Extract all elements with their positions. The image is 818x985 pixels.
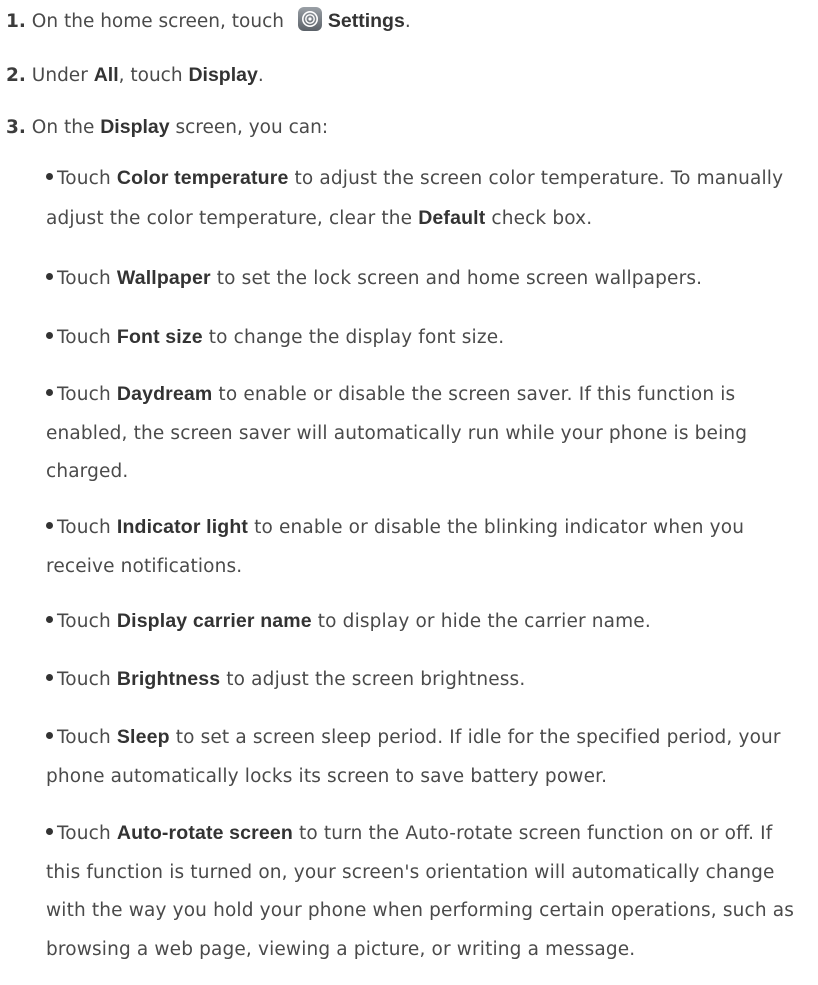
bullet-term: Indicator light bbox=[116, 516, 249, 538]
step-text: On the bbox=[31, 117, 101, 138]
bullet-term: Wallpaper bbox=[116, 267, 211, 289]
bullet-dot bbox=[46, 827, 53, 835]
bullet-color-temperature: Touch Color temperature to adjust the sc… bbox=[46, 159, 796, 238]
bullet-term: Sleep bbox=[116, 726, 170, 748]
bullet-wallpaper: Touch Wallpaper to set the lock screen a… bbox=[46, 259, 796, 299]
settings-term: Settings bbox=[327, 10, 405, 32]
step-text-end: . bbox=[257, 65, 264, 86]
bullet-sleep: Touch Sleep to set a screen sleep period… bbox=[46, 718, 796, 796]
bullet-dot bbox=[46, 521, 53, 529]
bullet-text: to set the lock screen and home screen w… bbox=[210, 268, 703, 289]
bullet-dot bbox=[46, 331, 53, 339]
bullet-term: Font size bbox=[116, 326, 203, 348]
bullet-term: Color temperature bbox=[116, 167, 289, 189]
bullet-term: Default bbox=[418, 206, 486, 229]
step-text: screen, you can: bbox=[169, 117, 329, 138]
bullet-text: Touch bbox=[57, 727, 117, 748]
bullet-text: to display or hide the carrier name. bbox=[311, 611, 651, 632]
bullet-text: to change the display font size. bbox=[202, 327, 505, 348]
step-number: 3. bbox=[6, 117, 26, 138]
bullet-text: Touch bbox=[57, 384, 117, 405]
bullet-text: Touch bbox=[57, 168, 117, 189]
bullet-dot bbox=[46, 615, 53, 623]
bullet-dot bbox=[46, 272, 53, 280]
bullet-auto-rotate-screen: Touch Auto-rotate screen to turn the Aut… bbox=[46, 814, 796, 969]
all-term: All bbox=[93, 64, 119, 86]
bullet-term: Brightness bbox=[116, 668, 221, 690]
bullet-text: Touch bbox=[57, 823, 117, 844]
display-term: Display bbox=[100, 116, 170, 138]
bullet-term: Daydream bbox=[116, 383, 213, 405]
step-2: 2. Under All, touch Display. bbox=[6, 60, 264, 91]
bullet-text: Touch bbox=[57, 611, 117, 632]
bullet-indicator-light: Touch Indicator light to enable or disab… bbox=[46, 508, 796, 586]
step-1: 1. On the home screen, touch Settings. bbox=[6, 6, 411, 37]
settings-gear-icon bbox=[297, 7, 322, 31]
bullet-daydream: Touch Daydream to enable or disable the … bbox=[46, 375, 796, 492]
bullet-dot bbox=[46, 172, 53, 180]
step-number: 2. bbox=[6, 65, 26, 86]
step-3: 3. On the Display screen, you can: bbox=[6, 112, 328, 143]
bullet-brightness: Touch Brightness to adjust the screen br… bbox=[46, 660, 796, 700]
bullet-text: check box. bbox=[485, 207, 593, 229]
step-text-end: . bbox=[404, 11, 411, 32]
step-text: Under bbox=[31, 65, 94, 86]
bullet-text: Touch bbox=[57, 517, 117, 538]
bullet-dot bbox=[46, 731, 53, 739]
step-number: 1. bbox=[6, 11, 26, 32]
bullet-text: Touch bbox=[57, 669, 117, 690]
bullet-text: Touch bbox=[57, 327, 117, 348]
step-text: On the home screen, touch bbox=[31, 11, 290, 32]
bullet-dot bbox=[46, 388, 53, 396]
bullet-font-size: Touch Font size to change the display fo… bbox=[46, 318, 796, 358]
step-text: , touch bbox=[118, 65, 189, 86]
display-term: Display bbox=[188, 64, 258, 86]
bullet-display-carrier-name: Touch Display carrier name to display or… bbox=[46, 602, 796, 642]
bullet-text: Touch bbox=[57, 268, 117, 289]
bullet-dot bbox=[46, 673, 53, 681]
bullet-term: Auto-rotate screen bbox=[116, 822, 293, 844]
bullet-term: Display carrier name bbox=[116, 610, 312, 632]
bullet-text: to adjust the screen brightness. bbox=[220, 669, 526, 690]
